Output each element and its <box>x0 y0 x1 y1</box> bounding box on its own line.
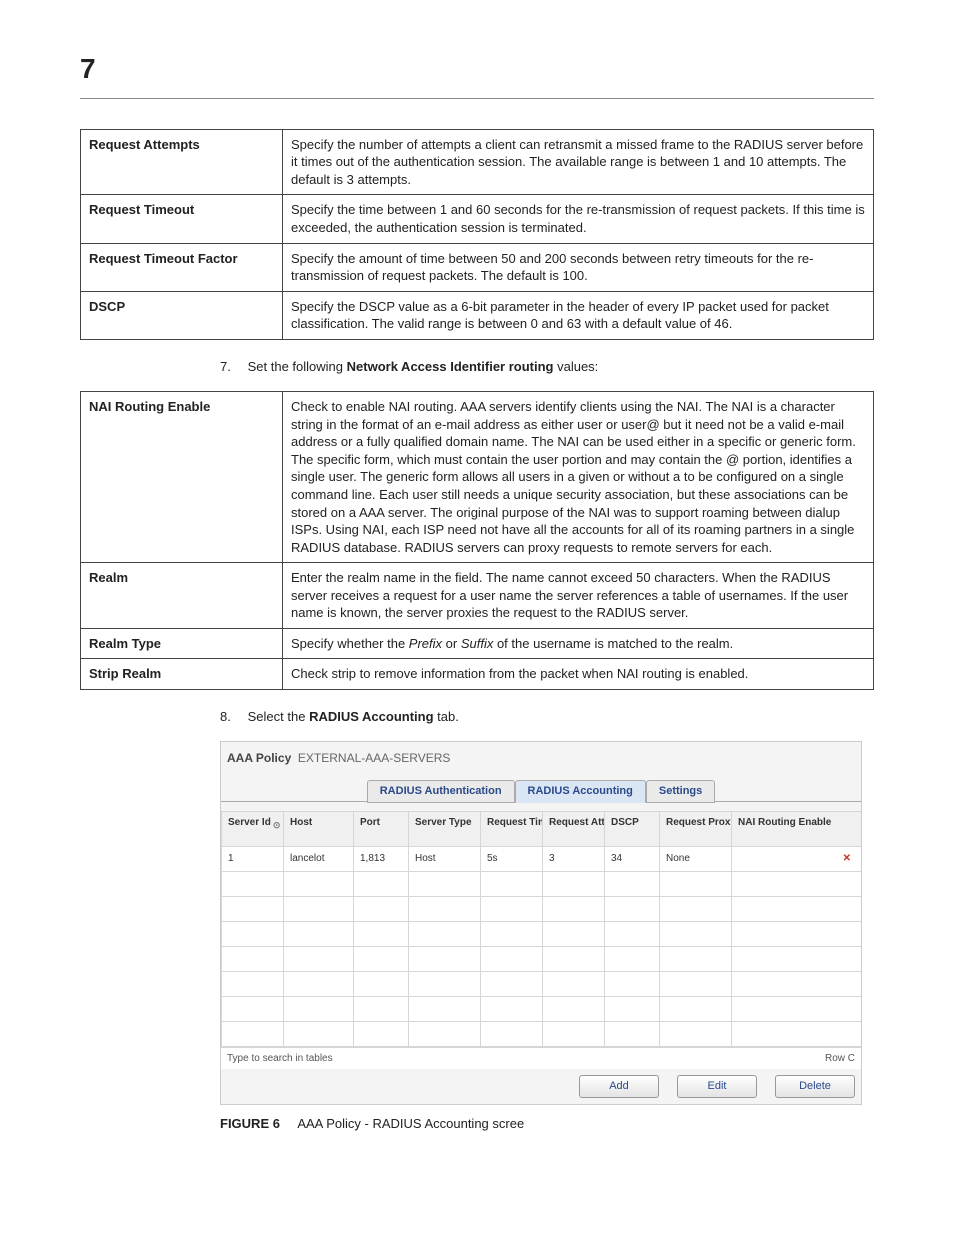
figure-caption: FIGURE 6 AAA Policy - RADIUS Accounting … <box>220 1115 874 1133</box>
cell-request-attempts: 3 <box>543 846 605 871</box>
edit-button[interactable]: Edit <box>677 1075 757 1098</box>
table-row: Realm Type Specify whether the Prefix or… <box>81 628 874 659</box>
button-row: Add Edit Delete <box>221 1069 861 1104</box>
grid-empty-row <box>222 871 862 896</box>
tabline <box>715 801 861 802</box>
tab-settings[interactable]: Settings <box>646 780 715 803</box>
panel-title-value: EXTERNAL-AAA-SERVERS <box>298 751 451 765</box>
tabs-row: RADIUS Authentication RADIUS Accounting … <box>221 781 861 803</box>
table-row: Realm Enter the realm name in the field.… <box>81 563 874 629</box>
step-text-pre: Select the <box>248 709 309 724</box>
col-host[interactable]: Host <box>284 811 354 846</box>
x-icon: ✕ <box>843 853 851 864</box>
params-table-2: NAI Routing Enable Check to enable NAI r… <box>80 391 874 690</box>
page-number: 7 <box>80 50 874 88</box>
step-8: 8. Select the RADIUS Accounting tab. <box>220 708 874 726</box>
search-input[interactable]: Type to search in tables <box>227 1052 333 1066</box>
param-desc: Specify the amount of time between 50 an… <box>283 243 874 291</box>
param-desc: Specify the time between 1 and 60 second… <box>283 195 874 243</box>
table-row: NAI Routing Enable Check to enable NAI r… <box>81 392 874 563</box>
param-desc-pre: Specify whether the <box>291 636 409 651</box>
col-dscp[interactable]: DSCP <box>605 811 660 846</box>
param-label: Request Timeout Factor <box>81 243 283 291</box>
param-label: Request Timeout <box>81 195 283 243</box>
figure-label: FIGURE 6 <box>220 1116 280 1131</box>
table-row: Request Timeout Specify the time between… <box>81 195 874 243</box>
cell-server-id: 1 <box>222 846 284 871</box>
col-server-id[interactable]: Server Id⊙ <box>222 811 284 846</box>
table-row: DSCP Specify the DSCP value as a 6-bit p… <box>81 291 874 339</box>
cell-request-timeout: 5s <box>481 846 543 871</box>
col-proxy-mode[interactable]: Request Proxy Mode <box>660 811 732 846</box>
col-request-attempts[interactable]: Request Attempts <box>543 811 605 846</box>
panel-title-label: AAA Policy <box>227 751 291 765</box>
grid-row[interactable]: 1 lancelot 1,813 Host 5s 3 34 None ✕ <box>222 846 862 871</box>
param-desc-post: of the username is matched to the realm. <box>493 636 733 651</box>
grid-empty-row <box>222 971 862 996</box>
tabline <box>221 801 367 802</box>
col-server-type[interactable]: Server Type <box>409 811 481 846</box>
cell-host: lancelot <box>284 846 354 871</box>
page-rule <box>80 98 874 99</box>
param-desc-italic: Suffix <box>461 636 494 651</box>
grid-empty-row <box>222 896 862 921</box>
screenshot-panel: AAA Policy EXTERNAL-AAA-SERVERS RADIUS A… <box>220 741 862 1105</box>
param-label: Strip Realm <box>81 659 283 690</box>
col-port[interactable]: Port <box>354 811 409 846</box>
cell-dscp: 34 <box>605 846 660 871</box>
step-text-post: tab. <box>434 709 459 724</box>
cell-proxy-mode: None <box>660 846 732 871</box>
step-number: 7. <box>220 358 244 376</box>
col-label: Server Id <box>228 817 271 828</box>
sort-asc-icon: ⊙ <box>273 819 281 831</box>
row-count-label: Row C <box>825 1052 855 1066</box>
param-desc: Enter the realm name in the field. The n… <box>283 563 874 629</box>
step-text-post: values: <box>553 359 598 374</box>
param-desc: Specify the DSCP value as a 6-bit parame… <box>283 291 874 339</box>
add-button[interactable]: Add <box>579 1075 659 1098</box>
cell-server-type: Host <box>409 846 481 871</box>
panel-title: AAA Policy EXTERNAL-AAA-SERVERS <box>221 742 861 780</box>
param-desc: Specify whether the Prefix or Suffix of … <box>283 628 874 659</box>
col-request-timeout[interactable]: Request Timeout <box>481 811 543 846</box>
param-desc: Check to enable NAI routing. AAA servers… <box>283 392 874 563</box>
table-row: Strip Realm Check strip to remove inform… <box>81 659 874 690</box>
grid-footer: Type to search in tables Row C <box>221 1047 861 1070</box>
param-label: Realm <box>81 563 283 629</box>
step-number: 8. <box>220 708 244 726</box>
param-label: NAI Routing Enable <box>81 392 283 563</box>
step-text-bold: Network Access Identifier routing <box>347 359 554 374</box>
grid-empty-row <box>222 996 862 1021</box>
grid-empty-row <box>222 1021 862 1046</box>
param-desc: Check strip to remove information from t… <box>283 659 874 690</box>
param-label: DSCP <box>81 291 283 339</box>
param-desc-italic: Prefix <box>409 636 442 651</box>
grid-empty-row <box>222 921 862 946</box>
grid-empty-row <box>222 946 862 971</box>
col-nai-routing[interactable]: NAI Routing Enable <box>732 811 862 846</box>
step-text-bold: RADIUS Accounting <box>309 709 433 724</box>
param-desc: Specify the number of attempts a client … <box>283 129 874 195</box>
param-desc-mid: or <box>442 636 461 651</box>
step-7: 7. Set the following Network Access Iden… <box>220 358 874 376</box>
tab-radius-authentication[interactable]: RADIUS Authentication <box>367 780 515 803</box>
figure-text: AAA Policy - RADIUS Accounting scree <box>297 1116 524 1131</box>
delete-button[interactable]: Delete <box>775 1075 855 1098</box>
cell-port: 1,813 <box>354 846 409 871</box>
step-text-pre: Set the following <box>248 359 347 374</box>
grid-header-row: Server Id⊙ Host Port Server Type Request… <box>222 811 862 846</box>
table-row: Request Attempts Specify the number of a… <box>81 129 874 195</box>
param-label: Request Attempts <box>81 129 283 195</box>
params-table-1: Request Attempts Specify the number of a… <box>80 129 874 340</box>
data-grid: Server Id⊙ Host Port Server Type Request… <box>221 811 862 1047</box>
table-row: Request Timeout Factor Specify the amoun… <box>81 243 874 291</box>
cell-nai-routing: ✕ <box>732 846 862 871</box>
param-label: Realm Type <box>81 628 283 659</box>
tab-radius-accounting[interactable]: RADIUS Accounting <box>515 780 646 803</box>
